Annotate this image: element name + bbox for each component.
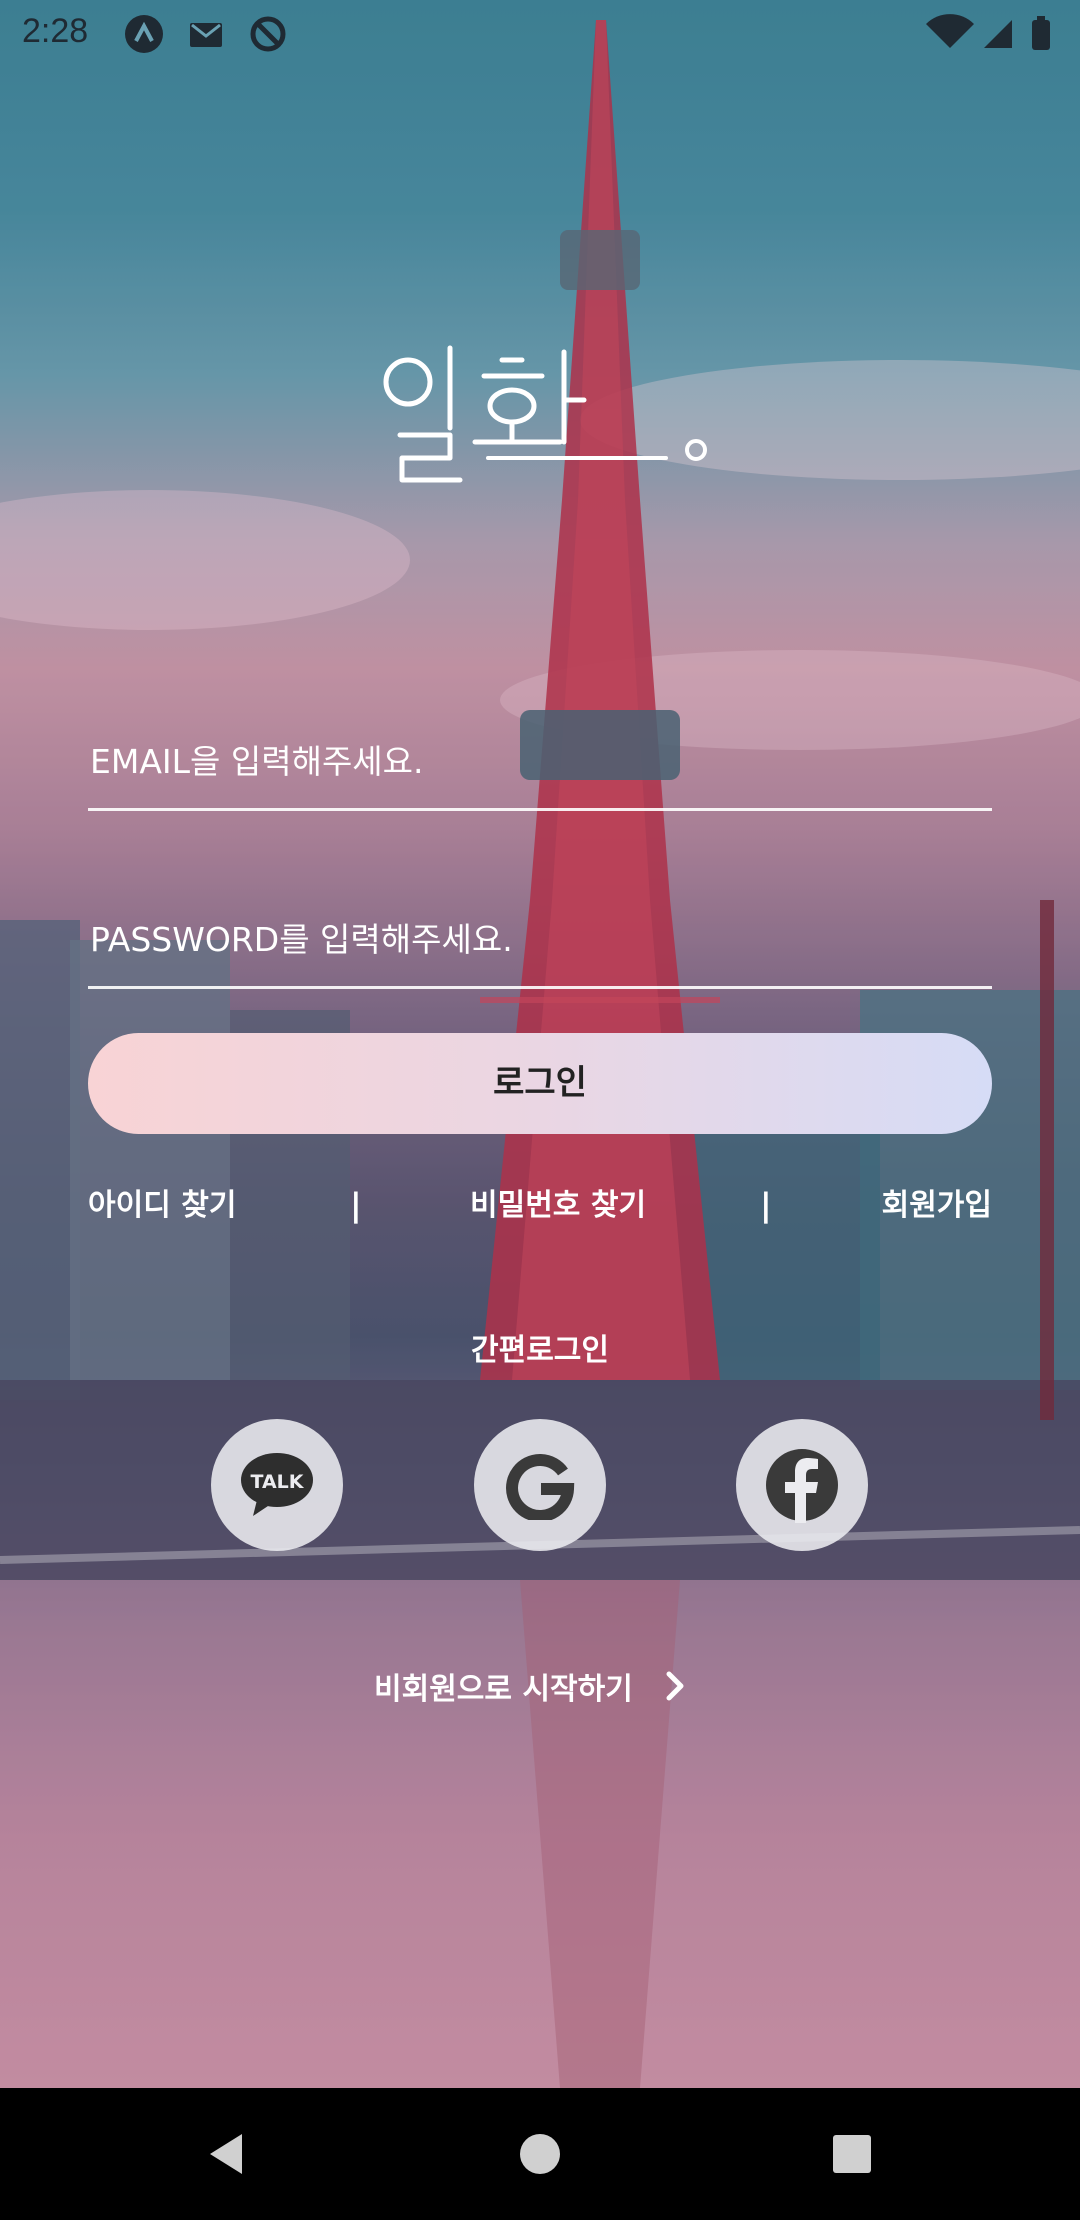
chevron-right-icon xyxy=(666,1671,684,1701)
google-icon xyxy=(506,1454,575,1520)
back-icon[interactable] xyxy=(202,2128,254,2180)
kakaotalk-icon: TALK xyxy=(241,1453,313,1516)
google-login-button[interactable] xyxy=(474,1419,606,1551)
sync-icon xyxy=(250,16,286,52)
password-field-container xyxy=(88,906,996,989)
battery-icon xyxy=(1032,20,1050,50)
app-a-icon xyxy=(125,15,163,53)
guest-start-label: 비회원으로 시작하기 xyxy=(374,1672,633,1707)
easy-login-label: 간편로그인 xyxy=(471,1333,609,1368)
login-screen: 2:28 EMAIL을 입력해주세요. 로그인 아이디 찾기 | 비밀번호 찾기… xyxy=(0,0,1080,2220)
recent-apps-icon[interactable] xyxy=(826,2128,878,2180)
login-button[interactable]: 로그인 xyxy=(88,1033,992,1134)
status-time: 2:28 xyxy=(22,12,89,50)
kakao-login-button[interactable]: TALK xyxy=(211,1419,343,1551)
gmail-icon xyxy=(190,23,222,47)
home-icon[interactable] xyxy=(514,2128,566,2180)
system-nav-bar xyxy=(0,2088,1080,2220)
app-logo xyxy=(370,330,720,500)
find-id-link[interactable]: 아이디 찾기 xyxy=(88,1180,236,1224)
link-separator: | xyxy=(760,1186,772,1224)
wifi-icon xyxy=(926,14,974,49)
logo-wordmark xyxy=(383,345,707,483)
facebook-icon xyxy=(766,1449,838,1523)
find-password-link[interactable]: 비밀번호 찾기 xyxy=(470,1180,646,1224)
signup-link[interactable]: 회원가입 xyxy=(882,1180,992,1224)
status-bar: 2:28 xyxy=(0,0,1080,66)
email-field-container xyxy=(88,728,996,811)
link-separator: | xyxy=(350,1186,362,1224)
signal-icon xyxy=(984,20,1012,48)
password-input[interactable] xyxy=(88,910,996,968)
guest-start-button[interactable]: 비회원으로 시작하기 xyxy=(374,1664,687,1708)
status-right-icons xyxy=(926,14,1050,50)
facebook-login-button[interactable] xyxy=(736,1419,868,1551)
kakaotalk-icon-text: TALK xyxy=(250,1471,304,1493)
email-input[interactable] xyxy=(88,732,996,790)
